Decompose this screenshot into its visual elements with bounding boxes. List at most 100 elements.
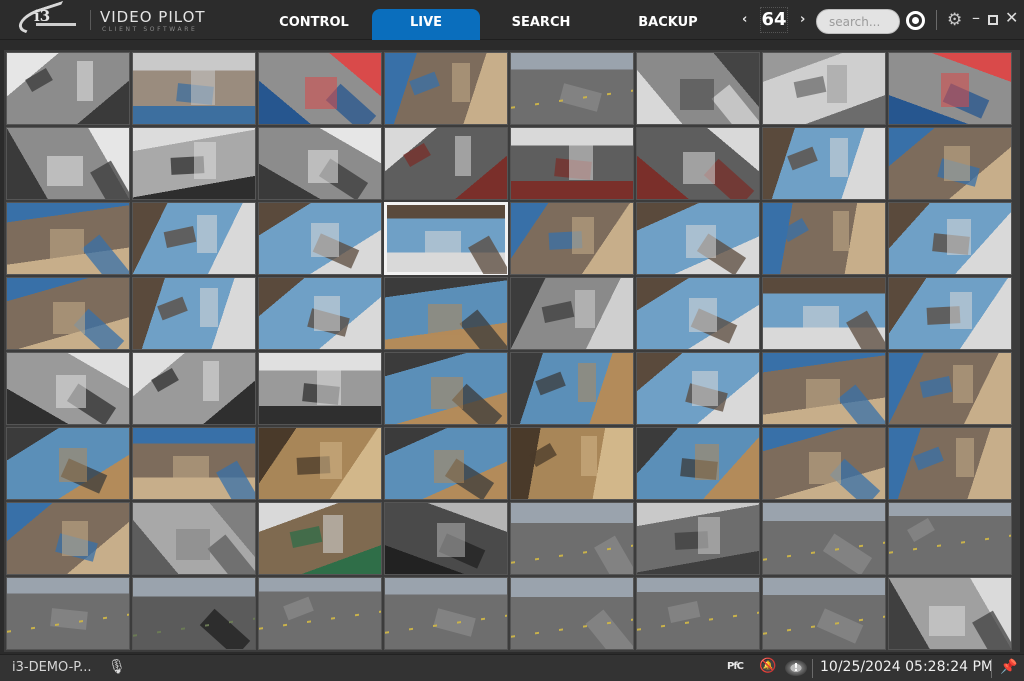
server-name[interactable]: i3-DEMO-P... bbox=[12, 660, 92, 675]
bell-muted-icon[interactable]: 🔕 bbox=[759, 658, 776, 674]
camera-tile[interactable] bbox=[636, 52, 760, 125]
camera-tile[interactable] bbox=[762, 52, 886, 125]
camera-tile[interactable] bbox=[888, 577, 1012, 650]
camera-tile[interactable] bbox=[636, 202, 760, 275]
scene-object bbox=[787, 146, 818, 171]
alert-icon[interactable]: ! bbox=[785, 660, 807, 676]
camera-tile[interactable] bbox=[384, 352, 508, 425]
camera-tile[interactable] bbox=[258, 352, 382, 425]
camera-tile[interactable] bbox=[762, 202, 886, 275]
camera-tile[interactable] bbox=[636, 277, 760, 350]
camera-tile[interactable] bbox=[510, 202, 634, 275]
camera-tile[interactable] bbox=[384, 427, 508, 500]
camera-tile[interactable] bbox=[258, 427, 382, 500]
camera-tile[interactable] bbox=[510, 352, 634, 425]
minimize-icon[interactable]: – bbox=[972, 8, 980, 27]
camera-tile[interactable] bbox=[888, 52, 1012, 125]
camera-tile[interactable] bbox=[258, 52, 382, 125]
scene-object bbox=[950, 292, 972, 329]
camera-tile[interactable] bbox=[510, 577, 634, 650]
scene-object bbox=[833, 211, 849, 251]
camera-tile[interactable] bbox=[510, 502, 634, 575]
close-icon[interactable]: ✕ bbox=[1005, 8, 1018, 27]
camera-tile[interactable] bbox=[258, 277, 382, 350]
camera-tile[interactable] bbox=[6, 352, 130, 425]
scene-object bbox=[468, 235, 507, 274]
tab-live[interactable]: LIVE bbox=[372, 9, 480, 40]
camera-tile[interactable] bbox=[636, 427, 760, 500]
app-title: VIDEO PILOT bbox=[100, 8, 206, 26]
camera-tile[interactable] bbox=[384, 577, 508, 650]
camera-tile[interactable] bbox=[510, 277, 634, 350]
camera-tile[interactable] bbox=[888, 502, 1012, 575]
camera-tile[interactable] bbox=[6, 502, 130, 575]
pfc-button[interactable]: PfC bbox=[727, 661, 744, 672]
panel-drag-handle[interactable] bbox=[500, 41, 526, 56]
camera-tile[interactable] bbox=[6, 427, 130, 500]
layout-count[interactable]: 64 bbox=[760, 7, 788, 33]
scene-object bbox=[194, 142, 216, 179]
camera-tile[interactable] bbox=[6, 52, 130, 125]
camera-tile[interactable] bbox=[6, 577, 130, 650]
tab-search[interactable]: SEARCH bbox=[487, 9, 595, 40]
camera-tile[interactable] bbox=[636, 502, 760, 575]
camera-tile[interactable] bbox=[132, 577, 256, 650]
camera-tile[interactable] bbox=[132, 427, 256, 500]
camera-tile[interactable] bbox=[762, 577, 886, 650]
gear-icon[interactable]: ⚙ bbox=[947, 10, 962, 30]
camera-tile[interactable] bbox=[888, 127, 1012, 200]
tab-backup[interactable]: BACKUP bbox=[614, 9, 722, 40]
camera-tile[interactable] bbox=[132, 202, 256, 275]
camera-tile[interactable] bbox=[510, 127, 634, 200]
camera-tile[interactable] bbox=[888, 202, 1012, 275]
camera-tile[interactable] bbox=[132, 352, 256, 425]
scene-object bbox=[581, 436, 597, 476]
camera-tile[interactable] bbox=[132, 127, 256, 200]
camera-tile[interactable] bbox=[258, 577, 382, 650]
camera-tile[interactable] bbox=[6, 277, 130, 350]
camera-tile[interactable] bbox=[762, 427, 886, 500]
camera-tile[interactable] bbox=[258, 127, 382, 200]
scene-object bbox=[837, 384, 885, 424]
camera-tile[interactable] bbox=[510, 427, 634, 500]
scene-object bbox=[806, 379, 840, 410]
logo-divider bbox=[90, 10, 91, 30]
camera-tile[interactable] bbox=[384, 52, 508, 125]
camera-tile[interactable] bbox=[762, 502, 886, 575]
mic-muted-icon[interactable]: 🎙 bbox=[108, 659, 126, 675]
camera-tile[interactable] bbox=[384, 127, 508, 200]
camera-tile[interactable] bbox=[132, 277, 256, 350]
search-input[interactable] bbox=[816, 9, 900, 34]
tab-control[interactable]: CONTROL bbox=[260, 9, 368, 40]
scene-object bbox=[459, 309, 507, 349]
camera-tile[interactable] bbox=[384, 277, 508, 350]
camera-tile[interactable] bbox=[132, 52, 256, 125]
scene-object bbox=[541, 301, 575, 323]
scene-object bbox=[572, 217, 594, 254]
camera-tile[interactable] bbox=[762, 277, 886, 350]
camera-tile[interactable] bbox=[384, 502, 508, 575]
camera-tile[interactable] bbox=[888, 277, 1012, 350]
camera-tile[interactable] bbox=[6, 127, 130, 200]
maximize-icon[interactable] bbox=[988, 15, 998, 25]
camera-tile[interactable] bbox=[636, 127, 760, 200]
target-icon[interactable] bbox=[906, 11, 925, 30]
camera-tile[interactable] bbox=[636, 352, 760, 425]
scene-object bbox=[929, 606, 965, 636]
camera-tile[interactable] bbox=[636, 577, 760, 650]
layout-prev-button[interactable]: ‹ bbox=[742, 12, 747, 27]
camera-tile[interactable] bbox=[888, 427, 1012, 500]
camera-tile[interactable] bbox=[258, 502, 382, 575]
scene-object bbox=[81, 234, 129, 274]
scene-object bbox=[50, 229, 84, 260]
camera-tile[interactable] bbox=[132, 502, 256, 575]
camera-tile[interactable] bbox=[384, 202, 508, 275]
camera-tile[interactable] bbox=[510, 52, 634, 125]
camera-tile[interactable] bbox=[6, 202, 130, 275]
camera-tile[interactable] bbox=[258, 202, 382, 275]
pin-icon[interactable]: 📌 bbox=[1000, 659, 1017, 675]
camera-tile[interactable] bbox=[762, 352, 886, 425]
camera-tile[interactable] bbox=[762, 127, 886, 200]
camera-tile[interactable] bbox=[888, 352, 1012, 425]
layout-next-button[interactable]: › bbox=[800, 12, 805, 27]
